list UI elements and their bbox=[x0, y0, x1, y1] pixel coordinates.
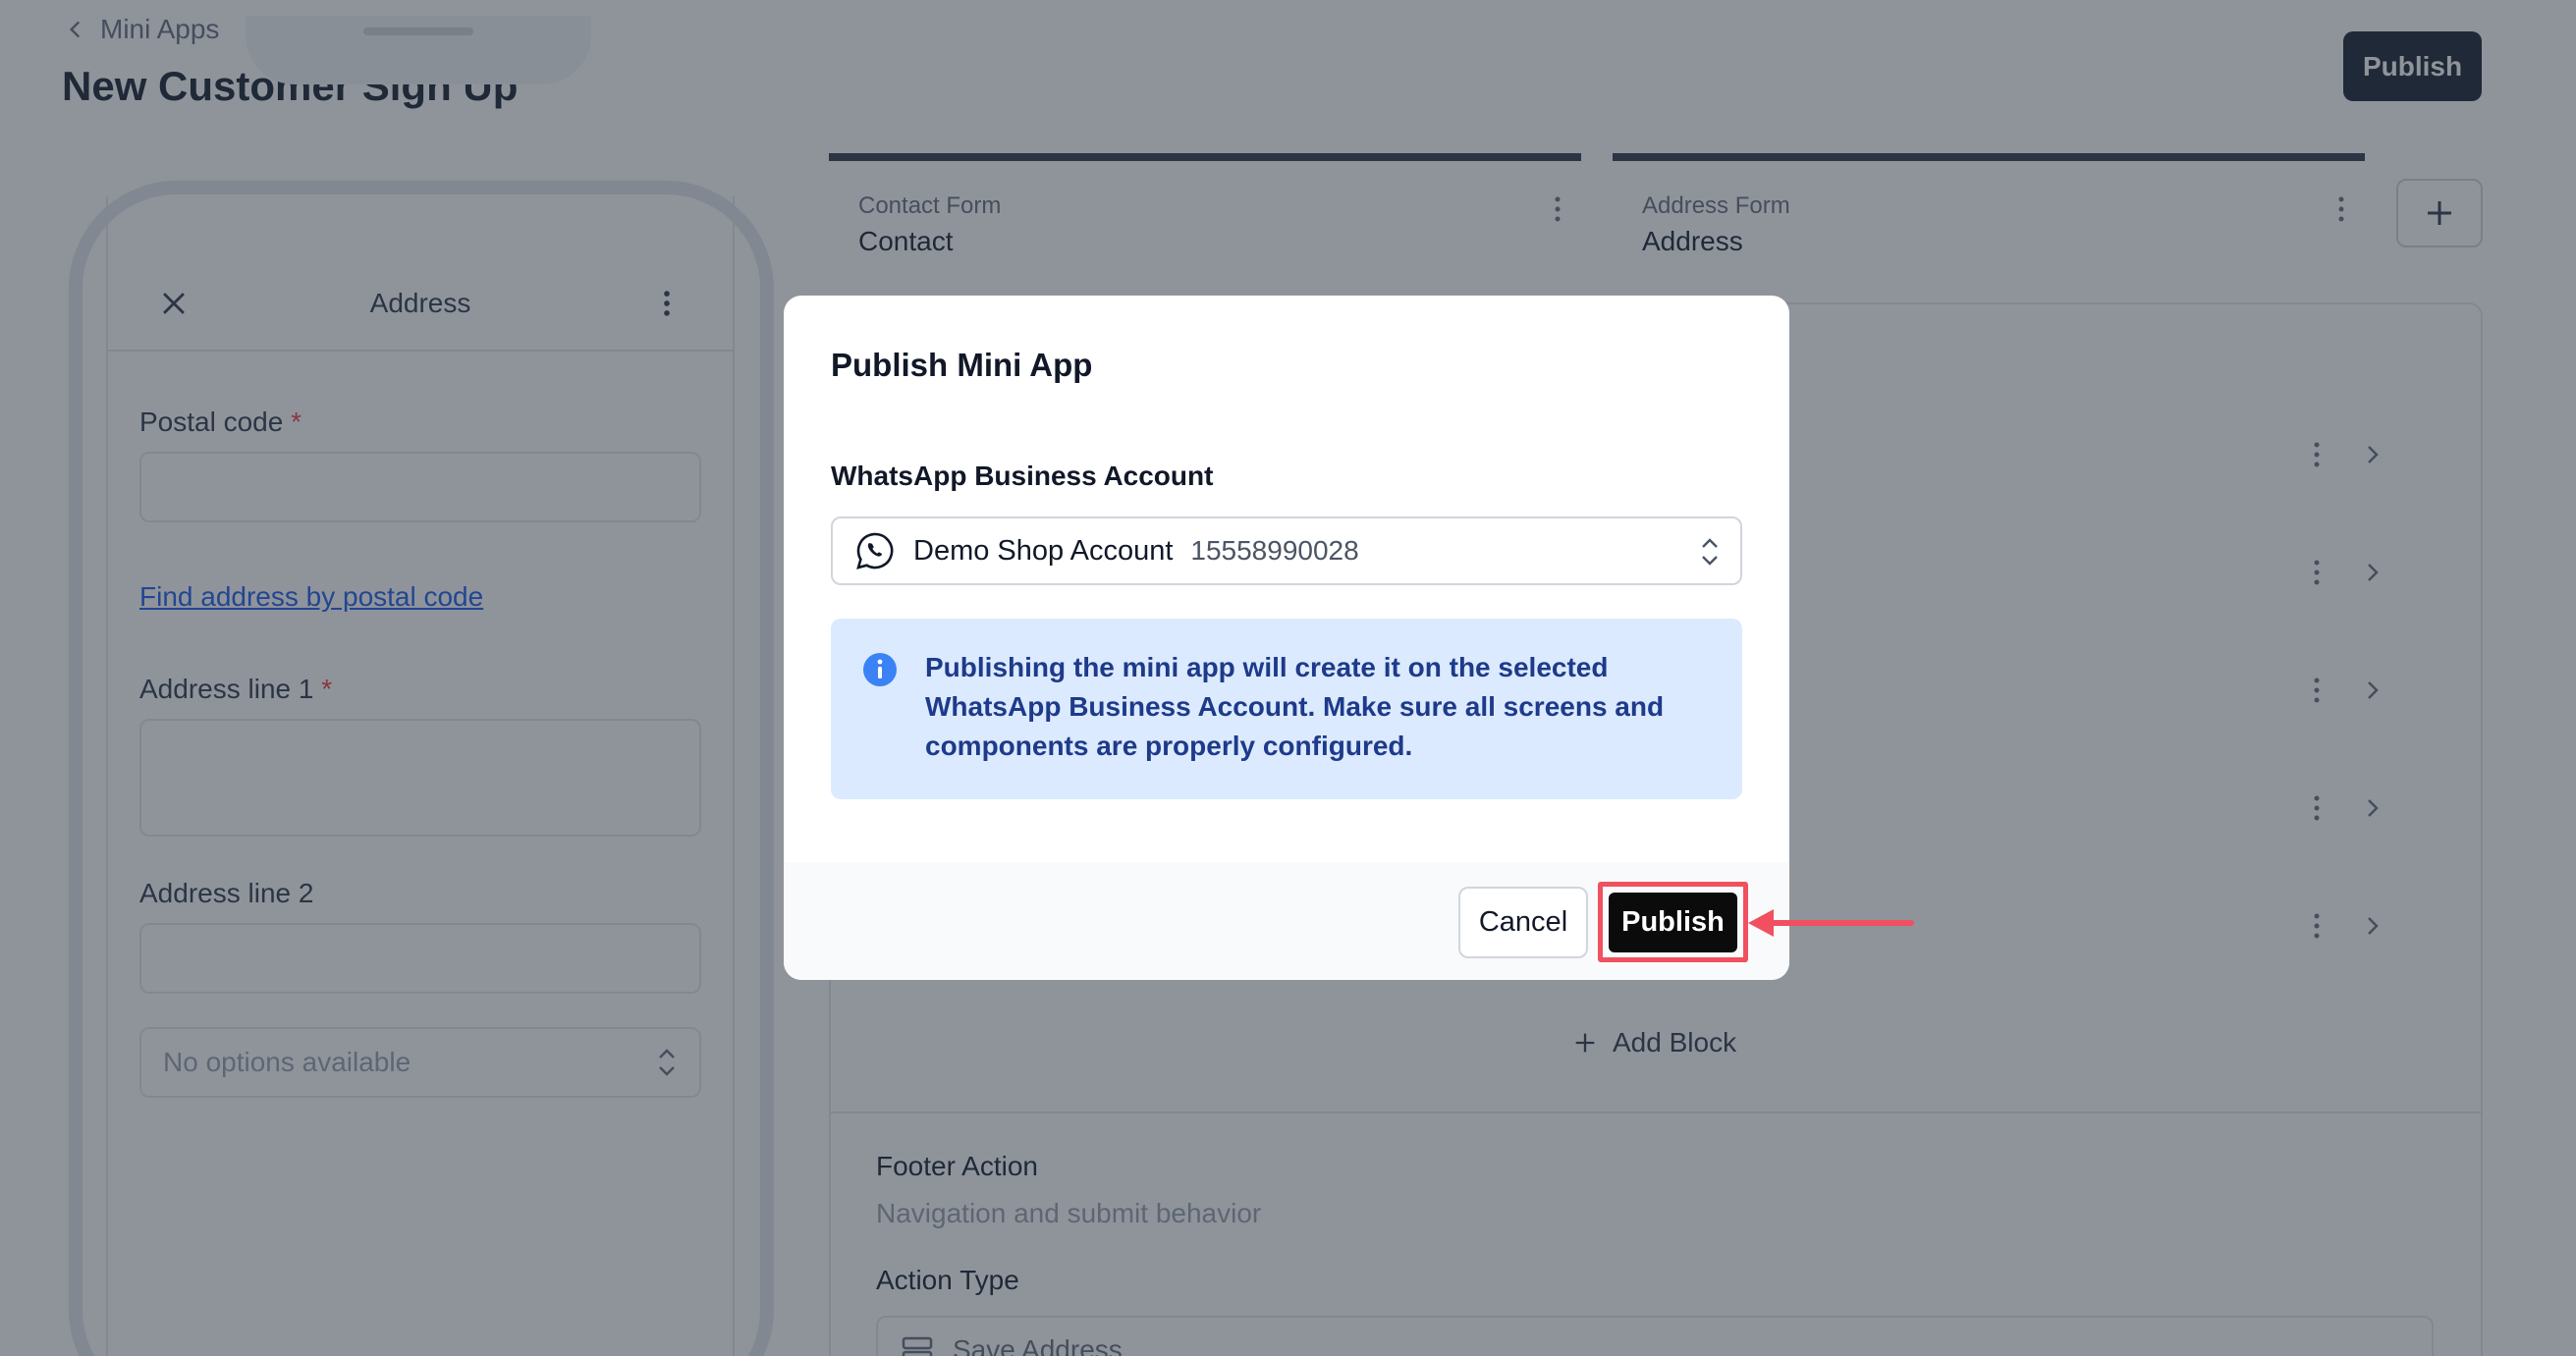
account-number: 15558990028 bbox=[1190, 535, 1359, 566]
modal-footer: Cancel Publish bbox=[784, 862, 1789, 980]
account-field-label: WhatsApp Business Account bbox=[831, 461, 1214, 491]
whatsapp-icon bbox=[856, 532, 894, 570]
cancel-button[interactable]: Cancel bbox=[1458, 887, 1588, 958]
modal-title: Publish Mini App bbox=[831, 347, 1093, 383]
publish-modal: Publish Mini App WhatsApp Business Accou… bbox=[784, 296, 1789, 980]
publish-button[interactable]: Publish bbox=[1609, 893, 1737, 952]
account-name: Demo Shop Account bbox=[913, 534, 1174, 567]
account-select[interactable]: Demo Shop Account 15558990028 bbox=[831, 516, 1742, 585]
info-alert: Publishing the mini app will create it o… bbox=[831, 619, 1742, 799]
pointer-arrow-icon bbox=[1748, 909, 1914, 937]
info-text: Publishing the mini app will create it o… bbox=[925, 652, 1665, 761]
info-icon bbox=[863, 653, 897, 686]
chevron-up-down-icon bbox=[1702, 538, 1718, 566]
